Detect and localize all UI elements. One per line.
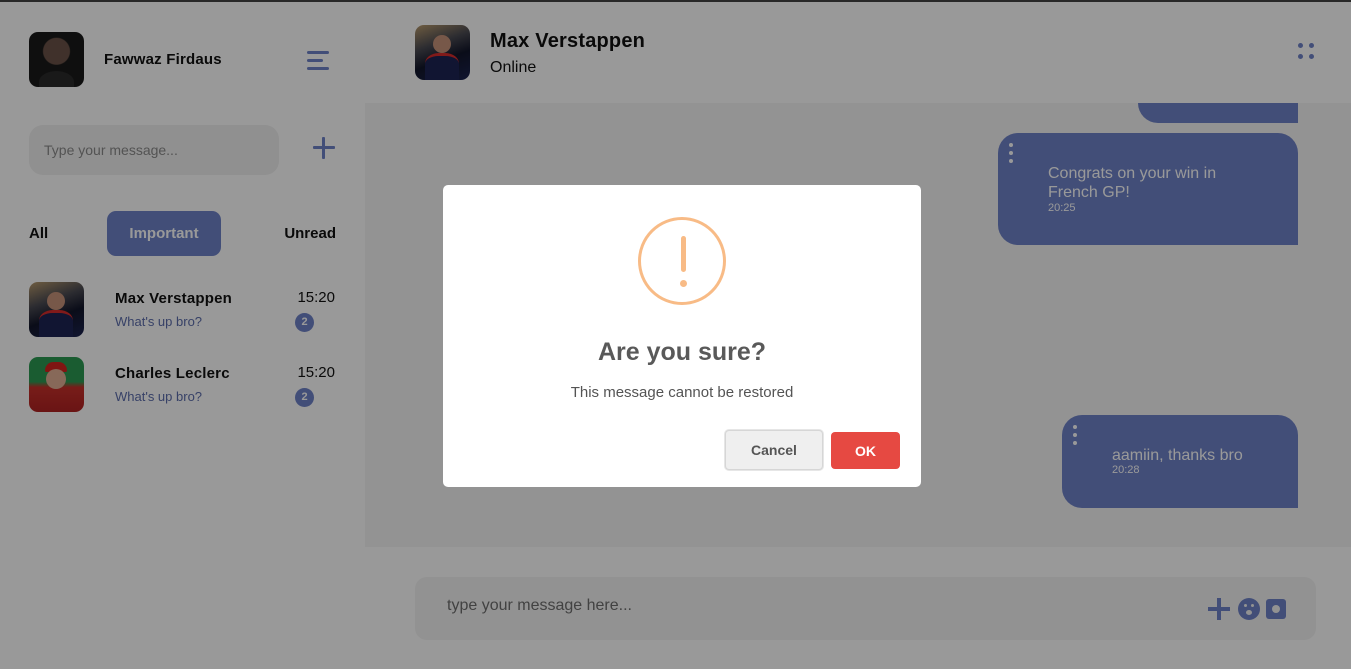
modal-backdrop[interactable]: Are you sure? This message cannot be res… (0, 0, 1351, 669)
warning-icon (638, 217, 726, 305)
ok-button[interactable]: OK (831, 432, 900, 469)
dialog-title: Are you sure? (597, 338, 767, 366)
dialog-message: This message cannot be restored (570, 384, 794, 401)
confirm-dialog: Are you sure? This message cannot be res… (443, 185, 921, 487)
cancel-button[interactable]: Cancel (725, 430, 823, 470)
